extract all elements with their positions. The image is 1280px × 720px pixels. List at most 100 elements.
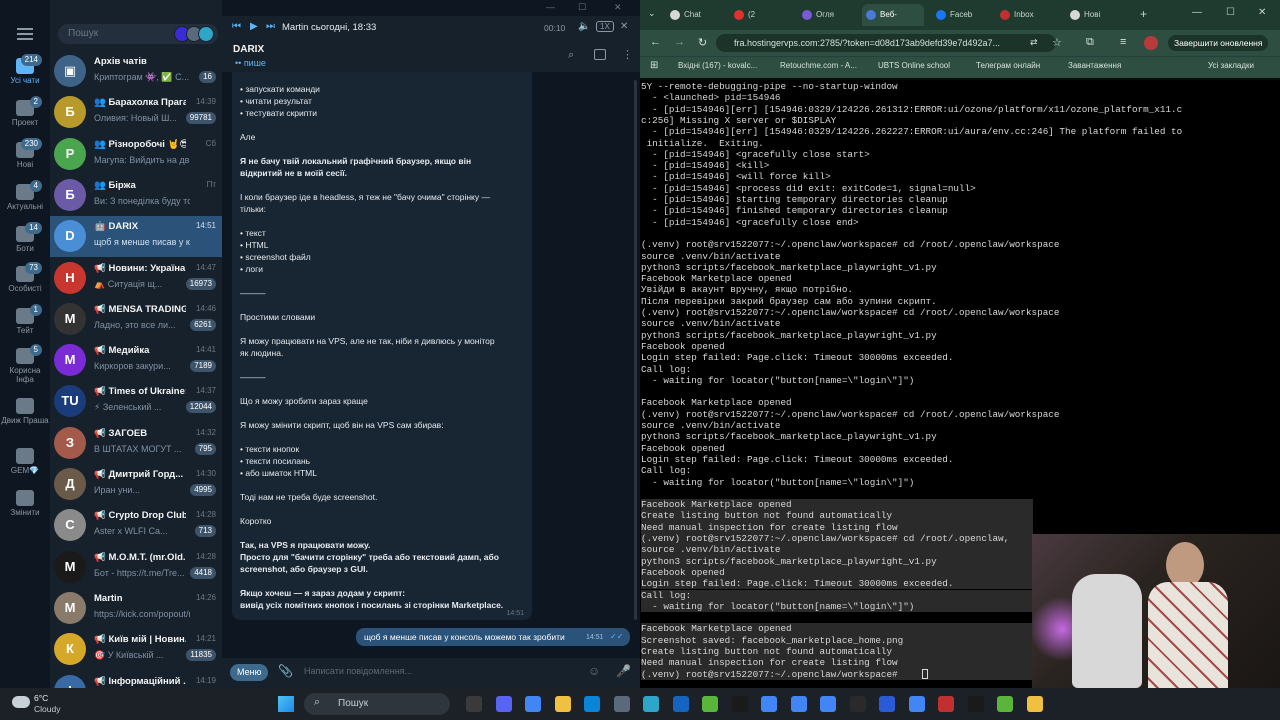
edge-icon[interactable] [584, 696, 600, 712]
bookmark-item[interactable]: Телеграм онлайн [976, 61, 1040, 70]
menu-button[interactable]: Меню [230, 664, 269, 681]
chat-item[interactable]: З 📢 ЗАГОЕВ 14:32 В ШТАТАХ МОГУТ ... 795 [50, 423, 222, 464]
chat-item[interactable]: ▣ Архів чатів Криптограм 👾, ✅ С... 16 [50, 51, 222, 92]
browser-tab[interactable]: Faceb [932, 4, 994, 26]
shield-icon[interactable] [879, 696, 895, 712]
browser-tab[interactable]: Chat [666, 4, 728, 26]
profile-avatar[interactable] [1144, 36, 1158, 50]
chat-item[interactable]: C 📢 Crypto Drop Club 14:28 Aster x WLFI Ca.… [50, 505, 222, 546]
close-player-icon[interactable]: ✕ [620, 21, 628, 32]
apps-icon[interactable]: ⊞ [650, 60, 658, 71]
chat-item[interactable]: D 🤖 DARIX 14:51 щоб я менше писав у конс... [50, 216, 222, 258]
folder-6[interactable]: Тейт 1 [0, 304, 50, 335]
chat-item[interactable]: M 📢 M.O.M.T. (mr.Old... 14:28 Бот - https:/… [50, 547, 222, 588]
chrome-profile-icon[interactable] [761, 696, 777, 712]
hamburger-menu-icon[interactable] [17, 28, 33, 40]
bookmark-item[interactable]: Retouchme.com - A... [780, 61, 857, 70]
chrome-profile-icon[interactable] [820, 696, 836, 712]
speed-button[interactable]: 1X [596, 21, 614, 32]
telegram-icon[interactable] [643, 696, 659, 712]
scrollbar[interactable] [634, 80, 637, 620]
chat-item[interactable]: M 📢 Медийка 14:41 Киркоров закури... 7189 [50, 340, 222, 381]
translate-icon[interactable]: ⇄ [1030, 37, 1038, 48]
minimize-icon[interactable]: — [546, 2, 555, 12]
chat-item[interactable]: Р 👥 Різноробочі 🤘😎... Сб Магупа: Вийдить на… [50, 134, 222, 175]
folder-0[interactable]: Усі чати 214 [0, 54, 50, 85]
sidebar-toggle-icon[interactable] [594, 49, 606, 60]
volume-icon[interactable]: 🔈 [578, 21, 590, 32]
obs-icon[interactable] [967, 696, 984, 712]
chat-item[interactable]: Н 📢 Новини: Україна ... 14:47 ⛺ Ситуація щ.… [50, 258, 222, 299]
bookmark-item[interactable]: Вхідні (167) - kovalc... [678, 61, 757, 70]
chart-icon[interactable] [702, 696, 718, 712]
folder-8[interactable]: Движ Праша [0, 398, 50, 425]
folder-1[interactable]: Проект 2 [0, 96, 50, 127]
bookmark-star-icon[interactable]: ☆ [1052, 36, 1062, 49]
folder-2[interactable]: Нові 230 [0, 138, 50, 169]
next-track-icon[interactable]: ⏭ [266, 21, 275, 32]
folder-4[interactable]: Боти 14 [0, 222, 50, 253]
more-options-icon[interactable]: ⋮ [622, 48, 633, 61]
app-green-icon[interactable] [997, 696, 1013, 712]
browser-tab[interactable]: Нові [1066, 4, 1128, 26]
chat-item[interactable]: Б 👥 Біржа Пт Ви: З понеділка буду то... [50, 175, 222, 216]
url-bar[interactable]: fra.hostingervps.com:2785/?token=d08d173… [716, 34, 1056, 52]
stories-avatars[interactable] [174, 26, 218, 42]
browser-minimize-icon[interactable]: — [1192, 7, 1202, 18]
update-button[interactable]: Завершити оновлення [1168, 35, 1269, 51]
chat-item[interactable]: Д 📢 Дмитрий Горд... ✔ 14:30 Иран уни... 4995 [50, 464, 222, 505]
folder-7[interactable]: Корисна Інфа 5 [0, 344, 50, 384]
browser-close-icon[interactable]: ✕ [1258, 7, 1266, 18]
chat-item[interactable]: TU 📢 Times of Ukraine: ... 14:37 ⚡ Зеленськ… [50, 381, 222, 422]
bookmark-item[interactable]: Усі закладки [1208, 61, 1254, 70]
message-line: Просто для "бачити сторінку" треба або т… [240, 552, 499, 562]
bookmark-item[interactable]: Завантаження [1068, 61, 1121, 70]
folder-10[interactable]: Змінити [0, 490, 50, 517]
browser-maximize-icon[interactable]: ☐ [1226, 7, 1235, 18]
search-icon[interactable]: ⌕ [568, 49, 574, 62]
close-icon[interactable]: ✕ [614, 2, 622, 13]
taskbar-search[interactable]: Пошук [304, 693, 450, 715]
forward-icon[interactable]: → [674, 36, 685, 48]
message-input[interactable]: Написати повідомлення... [304, 666, 412, 676]
chat-item[interactable]: Б 👥 Барахолка Прага... 14:39 Оливия: Новый … [50, 92, 222, 133]
app-r-icon[interactable] [672, 696, 689, 712]
browser-tab[interactable]: Веб- [862, 4, 924, 26]
browser-tab[interactable]: Огля [798, 4, 860, 26]
folder-5[interactable]: Особисті 73 [0, 262, 50, 293]
attach-icon[interactable]: 📎 [278, 664, 293, 678]
maximize-icon[interactable]: ☐ [578, 2, 586, 13]
chrome-profile-icon[interactable] [790, 696, 807, 712]
notes-icon[interactable] [1026, 696, 1043, 712]
start-icon[interactable] [278, 696, 294, 712]
chat-item[interactable]: К 📢 Київ мій | Новин... 14:21 🎯 У Київській… [50, 629, 222, 670]
chrome-icon[interactable] [525, 696, 541, 712]
folder-9[interactable]: GEM💎 [0, 448, 50, 475]
app-red-icon[interactable] [938, 696, 954, 712]
file-explorer-icon[interactable] [554, 696, 571, 712]
bookmark-item[interactable]: UBTS Online school [878, 61, 950, 70]
emoji-icon[interactable]: ☺ [588, 664, 600, 678]
chat-title[interactable]: DARIX [233, 44, 264, 55]
browser-tab[interactable]: Inbox [996, 4, 1058, 26]
chat-item[interactable]: M 📢 MENSA TRADING 14:46 Ладно, это все ли..… [50, 299, 222, 340]
back-icon[interactable]: ← [650, 36, 661, 48]
extensions-icon[interactable]: ⧉ [1086, 36, 1094, 49]
weather-icon[interactable] [12, 696, 30, 708]
previous-track-icon[interactable]: ⏮ [232, 21, 241, 32]
chat-item[interactable]: M Martin 14:26 https://kick.com/popout/mr..… [50, 588, 222, 629]
folder-3[interactable]: Актуальні 4 [0, 180, 50, 211]
chrome-profile-icon[interactable] [908, 696, 925, 712]
tab-search-icon[interactable]: ⌄ [648, 8, 656, 19]
discord-icon[interactable] [495, 696, 512, 712]
microphone-icon[interactable]: 🎤 [616, 664, 631, 678]
tradingview-icon[interactable] [731, 696, 748, 712]
play-icon[interactable]: ▶ [250, 21, 258, 32]
task-view-icon[interactable] [466, 696, 482, 712]
reload-icon[interactable]: ↻ [698, 36, 707, 49]
calculator-icon[interactable] [613, 696, 630, 712]
media-icon[interactable]: ≡ [1120, 36, 1126, 48]
app-icon[interactable] [849, 696, 866, 712]
browser-tab[interactable]: (2 [730, 4, 792, 26]
new-tab-icon[interactable]: + [1140, 7, 1147, 21]
